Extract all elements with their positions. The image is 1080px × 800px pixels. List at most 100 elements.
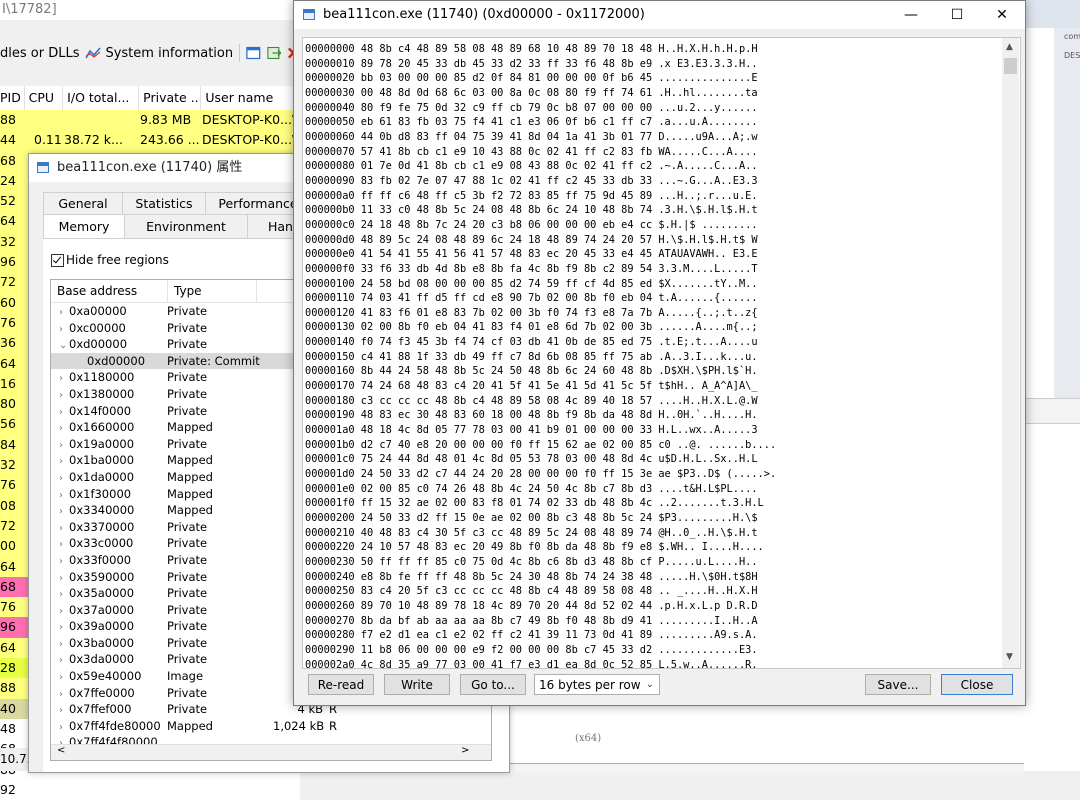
bottom-background-area: (x64) [507, 704, 1024, 773]
window-icon[interactable] [246, 46, 261, 60]
properties-title: bea111con.exe (11740) 属性 [57, 160, 243, 175]
process-pid: 72 [0, 517, 16, 533]
hex-vertical-scrollbar[interactable]: ▲ ▼ [1002, 38, 1019, 668]
scroll-left-icon[interactable]: < [57, 745, 65, 756]
hex-line[interactable]: 00000090 83 fb 02 7e 07 47 88 1c 02 41 f… [305, 174, 776, 189]
hex-line[interactable]: 00000050 eb 61 83 fb 03 75 f4 41 c1 e3 0… [305, 115, 776, 130]
hex-line[interactable]: 00000170 74 24 68 48 83 c4 20 41 5f 41 5… [305, 379, 776, 394]
system-information-label: System information [105, 45, 234, 61]
hex-line[interactable]: 000001c0 75 24 44 8d 48 01 4c 8d 05 53 7… [305, 452, 776, 467]
column-pid[interactable]: PID [0, 86, 25, 110]
hide-free-regions-checkbox[interactable]: Hide free regions [51, 253, 169, 267]
hex-line[interactable]: 000000a0 ff ff c6 48 ff c5 3b f2 72 83 8… [305, 189, 776, 204]
hex-line[interactable]: 00000200 24 50 33 d2 ff 15 0e ae 02 00 8… [305, 511, 776, 526]
hex-line[interactable]: 00000240 e8 8b fe ff ff 48 8b 5c 24 30 4… [305, 570, 776, 585]
tab-memory[interactable]: Memory [43, 214, 125, 238]
hex-line[interactable]: 000001f0 ff 15 32 ae 02 00 83 f8 01 74 0… [305, 496, 776, 511]
process-pid: 64 [0, 355, 16, 371]
write-button[interactable]: Write [384, 674, 450, 695]
hex-line[interactable]: 000002a0 4c 8d 35 a9 77 03 00 41 f7 e3 d… [305, 658, 776, 668]
scroll-right-icon[interactable]: > [461, 745, 469, 756]
close-button[interactable]: Close [941, 674, 1013, 695]
memory-type: Private: Commit [167, 353, 260, 368]
hex-line[interactable]: 00000230 50 ff ff ff 85 c0 75 0d 4c 8b c… [305, 555, 776, 570]
hex-line[interactable]: 00000260 89 70 10 48 89 78 18 4c 89 70 2… [305, 599, 776, 614]
hex-title-bar[interactable]: bea111con.exe (11740) (0xd00000 - 0x1172… [294, 1, 1025, 29]
scroll-thumb[interactable] [1004, 58, 1017, 74]
hex-line[interactable]: 00000030 00 48 8d 0d 68 6c 03 00 8a 0c 0… [305, 86, 776, 101]
hex-line[interactable]: 000000d0 48 89 5c 24 08 48 89 6c 24 18 4… [305, 233, 776, 248]
column-private-bytes[interactable]: Private ... [139, 86, 202, 110]
process-row[interactable]: 88 9.83 MB DESKTOP-K0...\ [0, 110, 300, 131]
hex-line[interactable]: 000000f0 33 f6 33 db 4d 8b e8 8b fa 4c 8… [305, 262, 776, 277]
close-window-button[interactable]: ✕ [979, 1, 1025, 29]
goto-button[interactable]: Go to... [460, 674, 526, 695]
find-handles-button[interactable]: dles or DLLs [0, 46, 79, 61]
hex-line[interactable]: 00000010 89 78 20 45 33 db 45 33 d2 33 f… [305, 57, 776, 72]
memory-type: Private [167, 619, 208, 634]
hex-line[interactable]: 00000040 80 f9 fe 75 0d 32 c9 ff cb 79 0… [305, 101, 776, 116]
tab-general[interactable]: General [43, 192, 123, 214]
checkbox-checked-icon[interactable] [51, 253, 64, 267]
hex-line[interactable]: 00000000 48 8b c4 48 89 58 08 48 89 68 1… [305, 42, 776, 57]
scroll-down-icon[interactable]: ▼ [1006, 652, 1013, 662]
hex-line[interactable]: 000001b0 d2 c7 40 e8 20 00 00 00 f0 ff 1… [305, 438, 776, 453]
hex-line[interactable]: 000000c0 24 18 48 8b 7c 24 20 c3 b8 06 0… [305, 218, 776, 233]
hex-line[interactable]: 00000210 40 48 83 c4 30 5f c3 cc 48 89 5… [305, 526, 776, 541]
hex-line[interactable]: 000001e0 02 00 85 c0 74 26 48 8b 4c 24 5… [305, 482, 776, 497]
minimize-button[interactable]: — [888, 1, 934, 29]
tab-environment[interactable]: Environment [124, 214, 248, 238]
column-base-address[interactable]: Base address [51, 280, 168, 302]
hex-line[interactable]: 00000120 41 83 f6 01 e8 83 7b 02 00 3b f… [305, 306, 776, 321]
scroll-up-icon[interactable]: ▲ [1006, 42, 1013, 52]
system-information-button[interactable]: System information [85, 46, 233, 61]
hex-line[interactable]: 00000100 24 58 bd 08 00 00 00 85 d2 74 5… [305, 277, 776, 292]
hex-line[interactable]: 000001a0 48 18 4c 8d 05 77 78 03 00 41 b… [305, 423, 776, 438]
find-handles-label: dles or DLLs [0, 45, 80, 61]
hex-line[interactable]: 00000190 48 83 ec 30 48 83 60 18 00 48 8… [305, 408, 776, 423]
hex-dump-lines: 00000000 48 8b c4 48 89 58 08 48 89 68 1… [305, 42, 776, 668]
bytes-per-row-select[interactable]: 16 bytes per row ⌄ [534, 674, 660, 695]
hex-line[interactable]: 000000b0 11 33 c0 48 8b 5c 24 08 48 8b 6… [305, 203, 776, 218]
memory-base-address: › 0x1660000 [51, 419, 161, 436]
hex-line[interactable]: 00000020 bb 03 00 00 00 85 d2 0f 84 81 0… [305, 71, 776, 86]
hex-line[interactable]: 000000e0 41 54 41 55 41 56 41 57 48 83 e… [305, 247, 776, 262]
column-io-total[interactable]: I/O total... [63, 86, 140, 110]
memory-type: Private [167, 586, 208, 601]
hex-line[interactable]: 00000270 8b da bf ab aa aa aa 8b c7 49 8… [305, 614, 776, 629]
hex-line[interactable]: 00000130 02 00 8b f0 eb 04 41 83 f4 01 e… [305, 320, 776, 335]
maximize-button[interactable]: ☐ [934, 1, 980, 29]
tab-statistics[interactable]: Statistics [122, 192, 206, 214]
reread-button[interactable]: Re-read [308, 674, 374, 695]
process-pid: 64 [0, 213, 16, 229]
process-cpu: 0.11 [34, 132, 62, 148]
memory-row[interactable]: › 0x7ff4fde80000 Mapped 1,024 kB R [51, 718, 491, 735]
horizontal-scrollbar[interactable]: < > [51, 744, 491, 760]
hex-line[interactable]: 00000070 57 41 8b cb c1 e9 10 43 88 0c 0… [305, 145, 776, 160]
hex-line[interactable]: 00000250 83 c4 20 5f c3 cc cc cc 48 8b c… [305, 584, 776, 599]
bytes-per-row-value: 16 bytes per row [539, 678, 641, 692]
hex-line[interactable]: 000001d0 24 50 33 d2 c7 44 24 20 28 00 0… [305, 467, 776, 482]
process-row[interactable]: 44 0.11 38.72 k... 243.66 ... DESKTOP-K0...\ [0, 130, 300, 151]
process-row[interactable]: 92 [0, 779, 300, 800]
memory-type: Private [167, 569, 208, 584]
hex-line[interactable]: 00000110 74 03 41 ff d5 ff cd e8 90 7b 0… [305, 291, 776, 306]
hex-line[interactable]: 00000290 11 b8 06 00 00 00 e9 f2 00 00 0… [305, 643, 776, 658]
column-user-name[interactable]: User name [201, 86, 300, 110]
hex-line[interactable]: 00000140 f0 74 f3 45 3b f4 74 cf 03 db 4… [305, 335, 776, 350]
hex-line[interactable]: 00000150 c4 41 88 1f 33 db 49 ff c7 8d 6… [305, 350, 776, 365]
hex-line[interactable]: 00000080 01 7e 0d 41 8b cb c1 e9 08 43 8… [305, 159, 776, 174]
save-button[interactable]: Save... [865, 674, 931, 695]
memory-address-text: 0x3ba0000 [69, 635, 135, 650]
memory-address-text: 0x7ffef000 [69, 702, 132, 717]
memory-address-text: 0x59e40000 [69, 669, 142, 684]
hex-line[interactable]: 00000160 8b 44 24 58 48 8b 5c 24 50 48 8… [305, 364, 776, 379]
export-icon[interactable] [266, 46, 282, 60]
column-cpu[interactable]: CPU [25, 86, 64, 110]
hex-line[interactable]: 00000220 24 10 57 48 83 ec 20 49 8b f0 8… [305, 540, 776, 555]
column-type[interactable]: Type [168, 280, 257, 302]
hex-dump-view[interactable]: 00000000 48 8b c4 48 89 58 08 48 89 68 1… [302, 37, 1021, 669]
hex-line[interactable]: 00000180 c3 cc cc cc 48 8b c4 48 89 58 0… [305, 394, 776, 409]
hex-line[interactable]: 00000280 f7 e2 d1 ea c1 e2 02 ff c2 41 3… [305, 628, 776, 643]
hex-line[interactable]: 00000060 44 0b d8 83 ff 04 75 39 41 8d 0… [305, 130, 776, 145]
